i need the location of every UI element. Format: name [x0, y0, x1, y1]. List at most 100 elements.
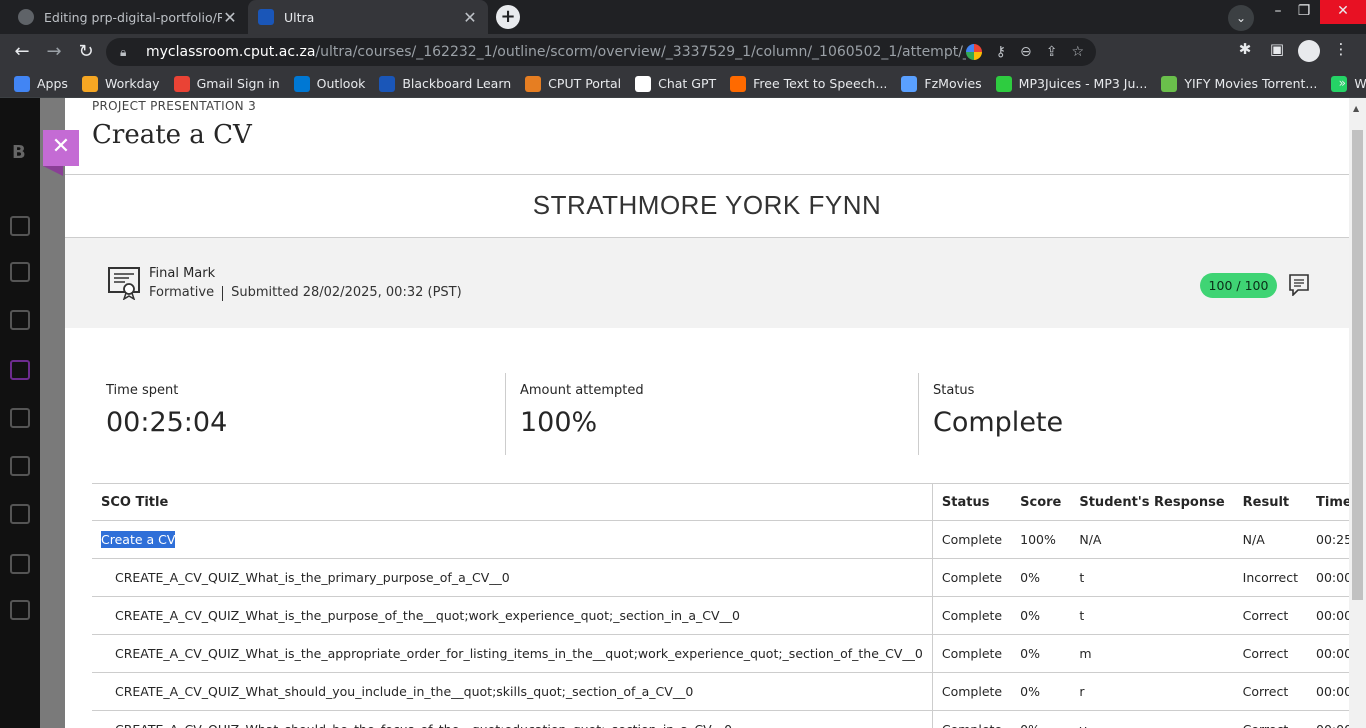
menu-kebab-icon[interactable]: ⋮	[1330, 40, 1352, 62]
url-text[interactable]: myclassroom.cput.ac.za/ultra/courses/_16…	[146, 44, 966, 60]
column-header-sco-title: SCO Title	[92, 483, 933, 521]
table-row: CREATE_A_CV_QUIZ_What_is_the_purpose_of_…	[92, 596, 1366, 635]
address-bar[interactable]: 🔒︎ myclassroom.cput.ac.za/ultra/courses/…	[106, 38, 1096, 66]
zoom-icon[interactable]: ⊖	[1020, 44, 1032, 60]
blackboard-icon	[258, 9, 274, 25]
result-cell: Correct	[1233, 596, 1308, 635]
final-mark-label: Final Mark	[149, 266, 216, 281]
submission-date: Submitted 28/02/2025, 00:32 (PST)	[231, 285, 462, 300]
bookmark-item[interactable]: YIFY Movies Torrent...	[1161, 75, 1317, 92]
cput-icon	[525, 75, 542, 92]
bookmark-label: WhatsApp	[1354, 76, 1366, 91]
chatgpt-icon	[635, 75, 652, 92]
response-cell: v	[1070, 710, 1234, 728]
status-cell: Complete	[932, 558, 1012, 597]
column-header-status: Status	[932, 483, 1012, 521]
bookmark-item[interactable]: CPUT Portal	[525, 75, 621, 92]
feedback-icon[interactable]	[1289, 274, 1309, 296]
bookmark-item[interactable]: Outlook	[293, 75, 365, 92]
stat-label: Amount attempted	[520, 383, 644, 398]
close-panel-button[interactable]: ✕	[43, 130, 79, 166]
close-tab-icon[interactable]: ✕	[222, 8, 238, 27]
bookmark-item[interactable]: MP3Juices - MP3 Ju...	[995, 75, 1147, 92]
stat-status: Status Complete	[918, 373, 1318, 455]
response-cell: t	[1070, 558, 1234, 597]
bookmark-item[interactable]: Chat GPT	[635, 75, 717, 92]
tab-search-chevron-icon[interactable]: ⌄	[1228, 5, 1254, 31]
grade-badge[interactable]: 100 / 100	[1200, 273, 1277, 298]
tools-icon[interactable]	[10, 554, 30, 574]
bookmark-item[interactable]: Workday	[81, 75, 160, 92]
scrollbar-thumb[interactable]	[1352, 130, 1363, 600]
stat-value: 00:25:04	[106, 407, 228, 438]
lock-icon[interactable]: 🔒︎	[120, 45, 134, 60]
profile-avatar-icon[interactable]	[1298, 40, 1320, 62]
profile-icon[interactable]	[10, 262, 30, 282]
bookmark-star-icon[interactable]: ☆	[1071, 44, 1084, 60]
bookmarks-overflow-icon[interactable]: »	[1339, 76, 1346, 90]
table-row: CREATE_A_CV_QUIZ_What_is_the_appropriate…	[92, 634, 1366, 673]
outlook-icon	[293, 75, 310, 92]
back-arrow-icon[interactable]: ←	[10, 40, 34, 64]
signout-icon[interactable]	[10, 600, 30, 620]
sco-title-cell: CREATE_A_CV_QUIZ_What_is_the_purpose_of_…	[92, 596, 933, 635]
stat-label: Status	[933, 383, 975, 398]
extensions-puzzle-icon[interactable]: ✱	[1234, 40, 1256, 62]
globe-icon[interactable]	[10, 310, 30, 330]
window-close-button[interactable]: ✕	[1320, 0, 1366, 24]
table-row: CREATE_A_CV_QUIZ_What_is_the_primary_pur…	[92, 558, 1366, 597]
bookmark-item[interactable]: Gmail Sign in	[173, 75, 280, 92]
sco-title-cell: CREATE_A_CV_QUIZ_What_is_the_appropriate…	[92, 634, 933, 673]
github-icon	[18, 9, 34, 25]
table-row: Create a CVComplete100%N/AN/A00:25:04	[92, 520, 1366, 559]
blackboard-nav-rail: B	[0, 98, 40, 728]
page-scrollbar[interactable]: ▲	[1349, 98, 1366, 728]
page-viewport: B ✕ PROJECT PRESENTATION 3 Create a CV S…	[0, 98, 1366, 728]
bookmark-item[interactable]: FzMovies	[901, 75, 982, 92]
bookmark-item[interactable]: Apps	[14, 75, 68, 92]
tab-ultra[interactable]: Ultra ✕	[248, 0, 488, 34]
forward-arrow-icon[interactable]: →	[42, 40, 66, 64]
reload-icon[interactable]: ↻	[74, 40, 98, 64]
response-cell: t	[1070, 596, 1234, 635]
yify-icon	[1161, 75, 1178, 92]
score-cell: 100%	[1011, 520, 1071, 559]
download-icon	[995, 75, 1012, 92]
new-tab-button[interactable]: +	[496, 5, 520, 29]
share-icon[interactable]: ⇪	[1046, 44, 1058, 60]
bookmark-label: Blackboard Learn	[402, 76, 512, 91]
google-lens-icon[interactable]	[965, 44, 982, 60]
sco-results-table: SCO Title Status Score Student's Respons…	[92, 483, 1366, 728]
side-panel-icon[interactable]: ▣	[1266, 40, 1288, 62]
stat-value: 100%	[520, 407, 598, 438]
result-cell: Correct	[1233, 672, 1308, 711]
calendar-icon[interactable]	[10, 408, 30, 428]
key-icon[interactable]: ⚷	[996, 44, 1006, 60]
column-header-response: Student's Response	[1070, 483, 1234, 521]
blackboard-icon	[379, 75, 396, 92]
course-backdrop	[40, 98, 65, 728]
stat-amount-attempted: Amount attempted 100%	[505, 373, 913, 455]
tab-title: Ultra	[284, 9, 315, 25]
sco-title-cell: CREATE_A_CV_QUIZ_What_should_you_include…	[92, 672, 933, 711]
status-cell: Complete	[932, 672, 1012, 711]
messages-icon[interactable]	[10, 456, 30, 476]
certificate-icon	[108, 267, 140, 300]
assessment-type: Formative	[149, 285, 215, 300]
table-row: CREATE_A_CV_QUIZ_What_should_be_the_focu…	[92, 710, 1366, 728]
close-tab-icon[interactable]: ✕	[462, 8, 478, 27]
restore-button[interactable]: ❐	[1288, 0, 1320, 26]
bookmark-item[interactable]: WhatsApp	[1331, 75, 1366, 92]
bookmark-label: Chat GPT	[658, 76, 717, 91]
bookmark-item[interactable]: Free Text to Speech...	[730, 75, 888, 92]
scroll-up-arrow-icon[interactable]: ▲	[1353, 104, 1359, 113]
bookmark-item[interactable]: Blackboard Learn	[379, 75, 512, 92]
tab-editing-portfolio[interactable]: Editing prp-digital-portfolio/REA ✕	[8, 0, 248, 34]
divider	[65, 174, 1349, 175]
grades-icon[interactable]	[10, 504, 30, 524]
result-cell: Correct	[1233, 634, 1308, 673]
sco-title-cell: CREATE_A_CV_QUIZ_What_is_the_primary_pur…	[92, 558, 933, 597]
bookmark-label: Free Text to Speech...	[753, 76, 888, 91]
institution-icon[interactable]	[10, 216, 30, 236]
courses-icon[interactable]	[10, 360, 30, 380]
